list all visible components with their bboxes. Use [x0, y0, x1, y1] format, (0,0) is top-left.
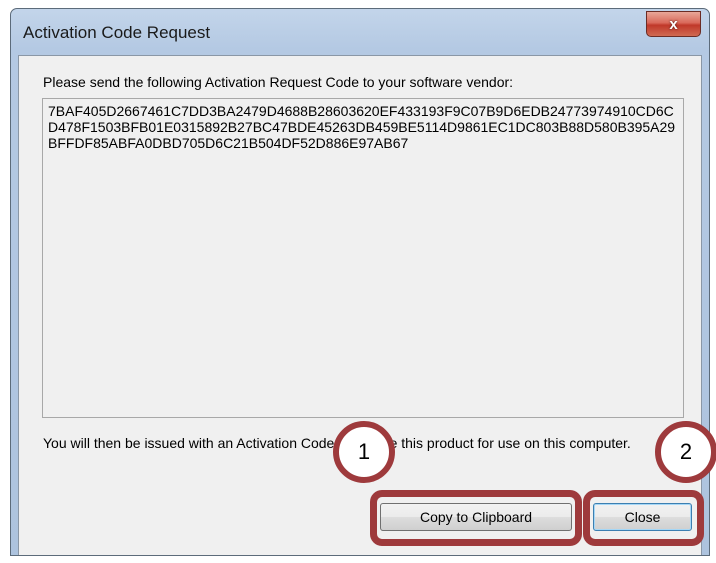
callout-marker-1: 1: [333, 421, 395, 483]
callout-marker-2: 2: [655, 421, 716, 483]
copy-button-highlight: [370, 490, 582, 546]
close-button-highlight: [583, 490, 704, 546]
window-close-icon[interactable]: x: [646, 11, 701, 37]
title-bar[interactable]: Activation Code Request x: [11, 9, 709, 55]
window-title: Activation Code Request: [23, 23, 211, 42]
activation-request-code-field[interactable]: 7BAF405D2667461C7DD3BA2479D4688B28603620…: [42, 98, 684, 418]
instruction-text: Please send the following Activation Req…: [43, 74, 514, 90]
